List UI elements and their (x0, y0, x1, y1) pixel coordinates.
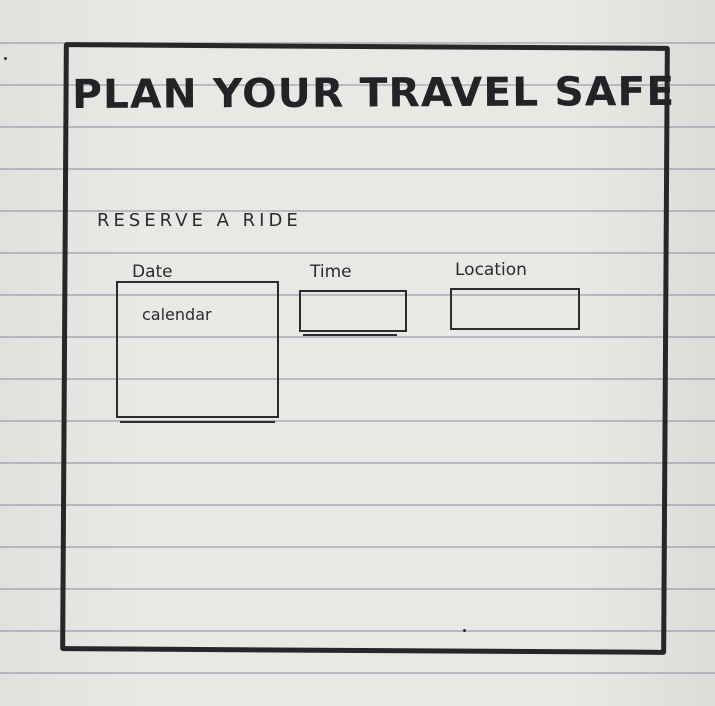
time-label: Time (310, 262, 352, 282)
date-box-underline (120, 421, 275, 423)
date-label: Date (132, 262, 173, 282)
reserve-ride-heading: RESERVE A RIDE (97, 210, 302, 231)
location-label: Location (455, 260, 527, 280)
date-calendar-picker[interactable]: calendar (116, 281, 279, 418)
location-input[interactable] (450, 288, 580, 330)
time-input[interactable] (299, 290, 407, 332)
page-title: PLAN YOUR TRAVEL SAFE (71, 68, 676, 118)
time-box-underline (303, 334, 397, 336)
pen-dot (4, 57, 7, 60)
calendar-placeholder: calendar (142, 305, 212, 324)
